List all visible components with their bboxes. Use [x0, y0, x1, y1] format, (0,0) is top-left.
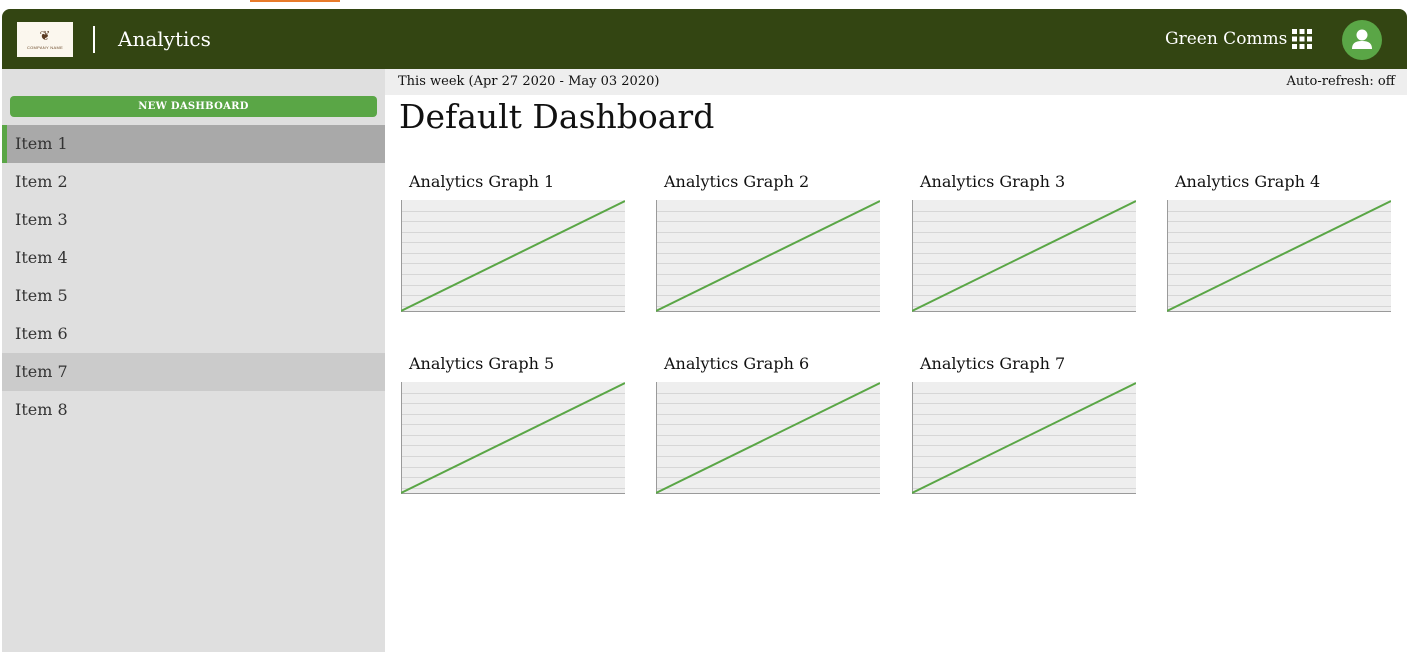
app-header: ❦ COMPANY NAME Analytics Green Comms — [2, 9, 1407, 69]
sidebar-item-7[interactable]: Item 7 — [2, 353, 385, 391]
header-divider — [93, 26, 95, 53]
graph-title: Analytics Graph 3 — [920, 172, 1066, 191]
avatar[interactable] — [1342, 20, 1382, 60]
sidebar-item-6[interactable]: Item 6 — [2, 315, 385, 353]
line-graph — [401, 200, 625, 312]
line-graph — [912, 200, 1136, 312]
graph-card-6[interactable]: Analytics Graph 6 — [656, 352, 880, 497]
page-title: Default Dashboard — [399, 97, 715, 136]
sidebar-item-1[interactable]: Item 1 — [2, 125, 385, 163]
new-dashboard-button[interactable]: NEW DASHBOARD — [10, 96, 377, 117]
line-graph — [401, 382, 625, 494]
sidebar-item-3[interactable]: Item 3 — [2, 201, 385, 239]
grid-icon[interactable] — [1292, 29, 1312, 49]
date-toolbar: This week (Apr 27 2020 - May 03 2020) Au… — [385, 69, 1407, 95]
sidebar-item-4[interactable]: Item 4 — [2, 239, 385, 277]
sidebar-item-5[interactable]: Item 5 — [2, 277, 385, 315]
line-graph — [912, 382, 1136, 494]
logo-text: COMPANY NAME — [26, 44, 64, 50]
company-logo[interactable]: ❦ COMPANY NAME — [17, 22, 73, 57]
sidebar: NEW DASHBOARD Item 1 Item 2 Item 3 Item … — [2, 69, 385, 652]
graph-title: Analytics Graph 7 — [920, 354, 1066, 373]
graph-card-4[interactable]: Analytics Graph 4 — [1167, 170, 1391, 315]
graph-title: Analytics Graph 2 — [664, 172, 810, 191]
graph-title: Analytics Graph 1 — [409, 172, 555, 191]
graph-card-5[interactable]: Analytics Graph 5 — [401, 352, 625, 497]
graph-title: Analytics Graph 6 — [664, 354, 810, 373]
sidebar-item-8[interactable]: Item 8 — [2, 391, 385, 429]
top-accent-bar — [250, 0, 340, 2]
sidebar-item-2[interactable]: Item 2 — [2, 163, 385, 201]
app-title: Analytics — [118, 27, 211, 51]
graph-title: Analytics Graph 5 — [409, 354, 555, 373]
line-graph — [656, 382, 880, 494]
org-name[interactable]: Green Comms — [1165, 28, 1287, 50]
graph-card-7[interactable]: Analytics Graph 7 — [912, 352, 1136, 497]
line-graph — [656, 200, 880, 312]
date-range-selector[interactable]: This week (Apr 27 2020 - May 03 2020) — [398, 74, 659, 90]
auto-refresh-toggle[interactable]: Auto-refresh: off — [1287, 74, 1395, 90]
user-icon — [1352, 29, 1372, 49]
graph-card-2[interactable]: Analytics Graph 2 — [656, 170, 880, 315]
line-graph — [1167, 200, 1391, 312]
paw-logo-icon: ❦ — [39, 28, 51, 44]
graph-card-1[interactable]: Analytics Graph 1 — [401, 170, 625, 315]
graph-card-3[interactable]: Analytics Graph 3 — [912, 170, 1136, 315]
graph-title: Analytics Graph 4 — [1175, 172, 1321, 191]
